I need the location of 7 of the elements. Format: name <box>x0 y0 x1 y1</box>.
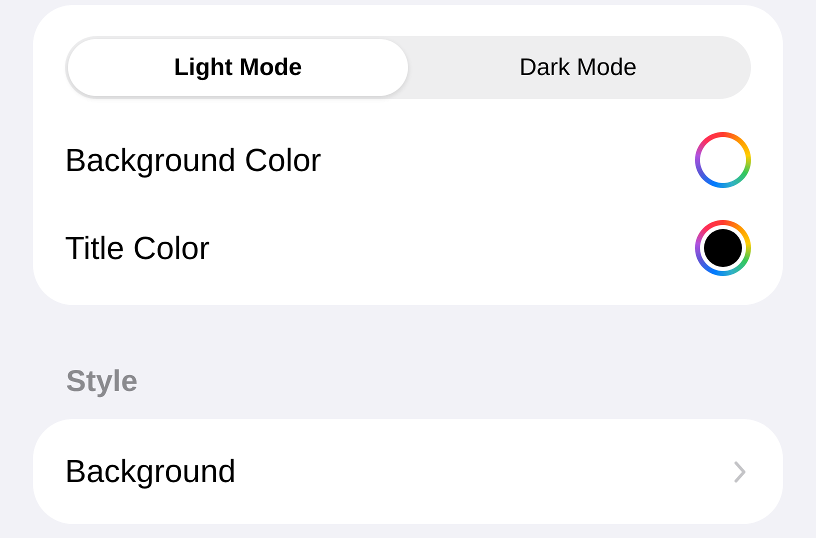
segment-tab[interactable]: Light Mode <box>68 39 408 96</box>
row-label: Background <box>65 453 236 490</box>
segment-tab[interactable]: Dark Mode <box>408 39 748 96</box>
chevron-right-icon <box>733 460 747 484</box>
section-header: Style <box>65 364 139 400</box>
row-label: Background Color <box>65 142 322 178</box>
row-label: Title Color <box>65 230 210 266</box>
